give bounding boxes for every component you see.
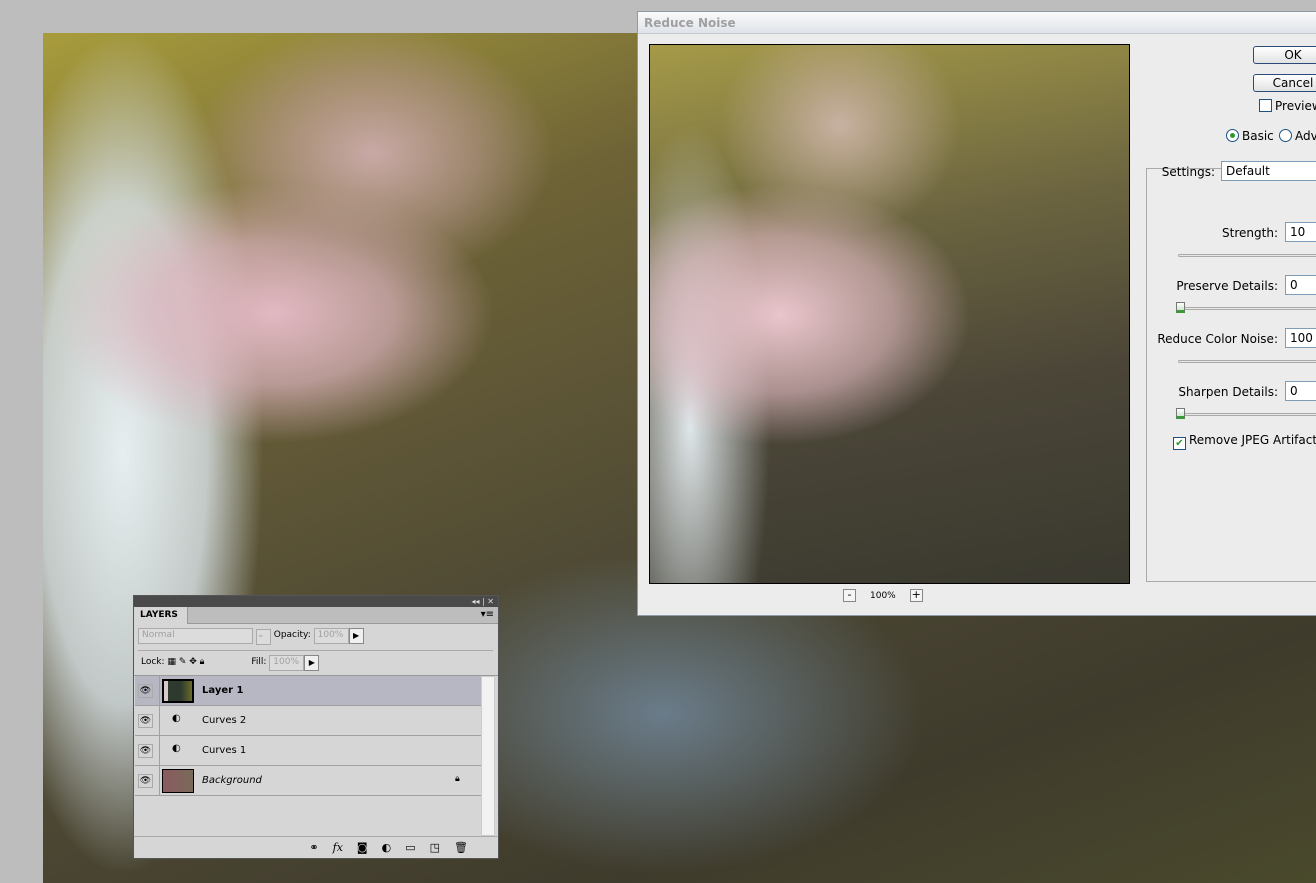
eye-icon[interactable]: 👁︎ — [138, 774, 153, 788]
layer-name: Curves 1 — [202, 745, 247, 756]
preview-label: Preview — [1275, 99, 1316, 113]
ok-button[interactable]: OK — [1253, 46, 1316, 64]
advanced-label: Adv — [1295, 129, 1316, 143]
advanced-radio[interactable]: Adv — [1279, 129, 1316, 143]
preserve-details-input[interactable]: 0 — [1285, 275, 1316, 295]
opacity-arrow[interactable]: ▶ — [348, 628, 364, 644]
layers-panel: ◂◂ | ✕ LAYERS ▾≡ Normal ⌄ Opacity: 100% ▶ … — [133, 595, 499, 859]
basic-label: Basic — [1242, 129, 1274, 143]
slider-thumb[interactable] — [1176, 408, 1185, 419]
dialog-title: Reduce Noise — [638, 12, 1316, 34]
color-noise-input[interactable]: 100 — [1285, 328, 1316, 348]
layer-row[interactable]: 👁︎ ◐ Curves 2 — [135, 706, 481, 736]
link-icon[interactable]: ⚭ — [309, 841, 318, 858]
trash-icon[interactable]: 🗑︎ — [454, 841, 468, 858]
curves-adjustment-icon: ◐ — [172, 713, 181, 724]
fx-icon[interactable]: fx — [333, 841, 343, 858]
chevron-down-icon[interactable]: ⌄ — [255, 629, 271, 645]
opacity-input[interactable]: 100% — [313, 628, 349, 644]
layer-row[interactable]: 👁︎ Background 🔒︎ — [135, 766, 481, 796]
basic-radio[interactable]: Basic — [1226, 129, 1274, 143]
radio-icon — [1226, 129, 1239, 142]
layer-row[interactable]: 👁︎ ◐ Curves 1 — [135, 736, 481, 766]
strength-slider[interactable] — [1178, 254, 1316, 257]
preserve-details-label: Preserve Details: — [1176, 279, 1278, 293]
fill-label: Fill: — [251, 657, 267, 667]
sharpen-details-label: Sharpen Details: — [1178, 385, 1278, 399]
lock-all-icon[interactable]: 🔒︎ — [200, 657, 205, 667]
color-noise-slider[interactable] — [1178, 360, 1316, 363]
strength-input[interactable]: 10 — [1285, 222, 1316, 242]
eye-icon[interactable]: 👁︎ — [138, 684, 153, 698]
tab-layers[interactable]: LAYERS — [134, 607, 188, 624]
mask-icon[interactable]: ◙ — [357, 841, 368, 858]
cancel-button[interactable]: Cancel — [1253, 74, 1316, 92]
curves-adjustment-icon: ◐ — [172, 743, 181, 754]
preview-image[interactable] — [649, 44, 1130, 584]
remove-jpeg-label: Remove JPEG Artifact — [1189, 433, 1316, 447]
panel-collapse-close[interactable]: ◂◂ | ✕ — [134, 596, 498, 607]
sharpen-details-input[interactable]: 0 — [1285, 381, 1316, 401]
fill-input[interactable]: 100% — [269, 655, 305, 671]
layers-scrollbar[interactable] — [481, 676, 495, 836]
checkmark-icon: ✔ — [1173, 437, 1186, 450]
folder-icon[interactable]: ▭ — [405, 841, 415, 858]
preview-checkbox[interactable]: Preview — [1259, 99, 1316, 113]
panel-menu-icon[interactable]: ▾≡ — [481, 609, 494, 620]
preserve-details-slider[interactable] — [1176, 302, 1316, 313]
remove-jpeg-checkbox[interactable]: ✔ Remove JPEG Artifact — [1173, 433, 1316, 450]
blend-mode-select[interactable]: Normal — [138, 628, 253, 644]
lock-transparency-icon[interactable]: ▦ — [167, 657, 176, 667]
fill-arrow[interactable]: ▶ — [304, 655, 320, 671]
settings-label: Settings: — [1161, 165, 1215, 179]
layer-thumbnail — [162, 679, 194, 703]
zoom-in-button[interactable]: + — [909, 589, 923, 602]
radio-icon — [1279, 129, 1292, 142]
new-layer-icon[interactable]: ◳ — [430, 841, 440, 858]
layer-thumbnail — [162, 769, 194, 793]
eye-icon[interactable]: 👁︎ — [138, 714, 153, 728]
lock-icon: 🔒︎ — [455, 774, 460, 784]
slider-thumb[interactable] — [1176, 302, 1185, 313]
eye-icon[interactable]: 👁︎ — [138, 744, 153, 758]
checkbox-icon — [1259, 99, 1272, 112]
adjustment-icon[interactable]: ◐ — [382, 841, 392, 858]
reduce-noise-dialog: Reduce Noise - 100% + OK Cancel Preview … — [637, 11, 1316, 616]
strength-label: Strength: — [1222, 226, 1278, 240]
zoom-controls: - 100% + — [843, 589, 923, 602]
zoom-level: 100% — [870, 590, 896, 601]
layer-row[interactable]: 👁︎ Layer 1 — [135, 676, 481, 706]
settings-select[interactable]: Default — [1221, 161, 1316, 181]
lock-move-icon[interactable]: ✥ — [189, 657, 197, 667]
opacity-label: Opacity: — [273, 630, 311, 640]
lock-paint-icon[interactable]: ✎ — [179, 657, 187, 667]
layer-name: Layer 1 — [202, 685, 244, 696]
color-noise-label: Reduce Color Noise: — [1157, 332, 1278, 346]
sharpen-details-slider[interactable] — [1176, 408, 1316, 419]
layer-name: Background — [202, 775, 262, 786]
zoom-out-button[interactable]: - — [843, 589, 856, 602]
lock-label: Lock: — [141, 657, 165, 667]
layer-name: Curves 2 — [202, 715, 247, 726]
